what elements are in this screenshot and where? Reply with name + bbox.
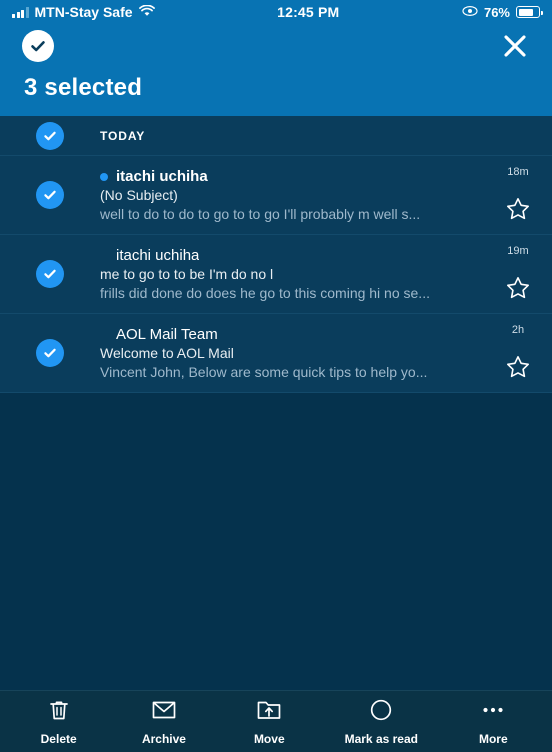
circle-icon xyxy=(369,698,393,727)
email-subject: Welcome to AOL Mail xyxy=(100,345,234,361)
row-content: AOL Mail Team Welcome to AOL Mail Vincen… xyxy=(100,314,484,392)
row-checkbox-cell xyxy=(0,156,100,234)
status-bar-center: 12:45 PM xyxy=(155,4,462,20)
move-folder-icon xyxy=(256,698,282,727)
wifi-icon xyxy=(138,4,155,20)
email-preview: Vincent John, Below are some quick tips … xyxy=(100,364,428,380)
email-sender: AOL Mail Team xyxy=(116,326,218,343)
battery-icon xyxy=(516,6,543,18)
star-outline-icon[interactable] xyxy=(505,275,531,301)
row-sender-line: itachi uchiha xyxy=(100,247,484,264)
archive-label: Archive xyxy=(141,731,186,746)
row-select-checkbox[interactable] xyxy=(36,181,64,209)
email-subject: me to go to to be I'm do no l xyxy=(100,266,274,282)
empty-list-area xyxy=(0,393,552,690)
status-bar-left: MTN-Stay Safe xyxy=(12,4,155,20)
row-checkbox-cell xyxy=(0,314,100,392)
table-row[interactable]: AOL Mail Team Welcome to AOL Mail Vincen… xyxy=(0,314,552,393)
row-meta: 19m xyxy=(484,235,552,313)
checkbox-checked-icon xyxy=(44,269,56,279)
email-list: TODAY itachi uchiha (No Subject) well to… xyxy=(0,116,552,393)
section-header-today: TODAY xyxy=(0,116,552,156)
select-all-button[interactable] xyxy=(22,30,54,62)
status-bar-right: 76% xyxy=(462,4,543,20)
ellipsis-icon xyxy=(480,698,506,727)
row-meta: 2h xyxy=(484,314,552,392)
row-sender-line: itachi uchiha xyxy=(100,168,484,185)
archive-button[interactable]: Archive xyxy=(134,698,194,746)
more-button[interactable]: More xyxy=(463,698,523,746)
email-timestamp: 2h xyxy=(511,324,525,336)
app-screen: MTN-Stay Safe 12:45 PM 76% 3 selected TO… xyxy=(0,0,552,752)
selection-count-title: 3 selected xyxy=(24,74,143,101)
email-timestamp: 19m xyxy=(507,245,529,257)
email-sender: itachi uchiha xyxy=(116,247,200,264)
section-checkbox-cell xyxy=(0,121,100,150)
delete-button[interactable]: Delete xyxy=(29,698,89,746)
close-icon xyxy=(504,35,526,57)
email-timestamp: 18m xyxy=(507,166,529,178)
delete-label: Delete xyxy=(40,731,77,746)
checkbox-checked-icon xyxy=(44,131,56,140)
battery-percent-label: 76% xyxy=(483,4,510,20)
row-checkbox-cell xyxy=(0,235,100,313)
email-sender: itachi uchiha xyxy=(116,168,208,185)
check-circle-icon xyxy=(31,41,45,52)
close-button[interactable] xyxy=(500,31,530,61)
row-content: itachi uchiha me to go to to be I'm do n… xyxy=(100,235,484,313)
mark-as-read-label: Mark as read xyxy=(344,731,418,746)
move-label: Move xyxy=(253,731,285,746)
email-preview: well to do to do to go to to go I'll pro… xyxy=(100,206,421,222)
signal-bars-icon xyxy=(12,6,29,18)
mark-as-read-button[interactable]: Mark as read xyxy=(345,698,418,746)
eye-icon xyxy=(462,4,478,20)
checkbox-checked-icon xyxy=(44,348,56,358)
unread-dot-icon xyxy=(100,172,108,181)
section-label: TODAY xyxy=(100,128,146,143)
row-meta: 18m xyxy=(484,156,552,234)
table-row[interactable]: itachi uchiha me to go to to be I'm do n… xyxy=(0,235,552,314)
table-row[interactable]: itachi uchiha (No Subject) well to do to… xyxy=(0,156,552,235)
status-bar-clock: 12:45 PM xyxy=(277,4,340,20)
section-select-checkbox[interactable] xyxy=(36,121,64,150)
email-subject: (No Subject) xyxy=(100,187,178,203)
row-select-checkbox[interactable] xyxy=(36,339,64,367)
more-label: More xyxy=(478,731,508,746)
checkbox-checked-icon xyxy=(44,190,56,200)
star-outline-icon[interactable] xyxy=(505,354,531,380)
status-bar: MTN-Stay Safe 12:45 PM 76% xyxy=(0,0,552,24)
star-outline-icon[interactable] xyxy=(505,196,531,222)
row-select-checkbox[interactable] xyxy=(36,260,64,288)
selection-app-bar: 3 selected xyxy=(0,24,552,116)
trash-icon xyxy=(47,698,71,727)
archive-icon xyxy=(151,698,177,727)
carrier-label: MTN-Stay Safe xyxy=(34,4,133,20)
row-content: itachi uchiha (No Subject) well to do to… xyxy=(100,156,484,234)
action-toolbar: Delete Archive Move Mark as read More xyxy=(0,690,552,752)
move-button[interactable]: Move xyxy=(239,698,299,746)
row-sender-line: AOL Mail Team xyxy=(100,326,484,343)
app-bar-top-row xyxy=(0,24,552,68)
email-preview: frills did done do does he go to this co… xyxy=(100,285,430,301)
